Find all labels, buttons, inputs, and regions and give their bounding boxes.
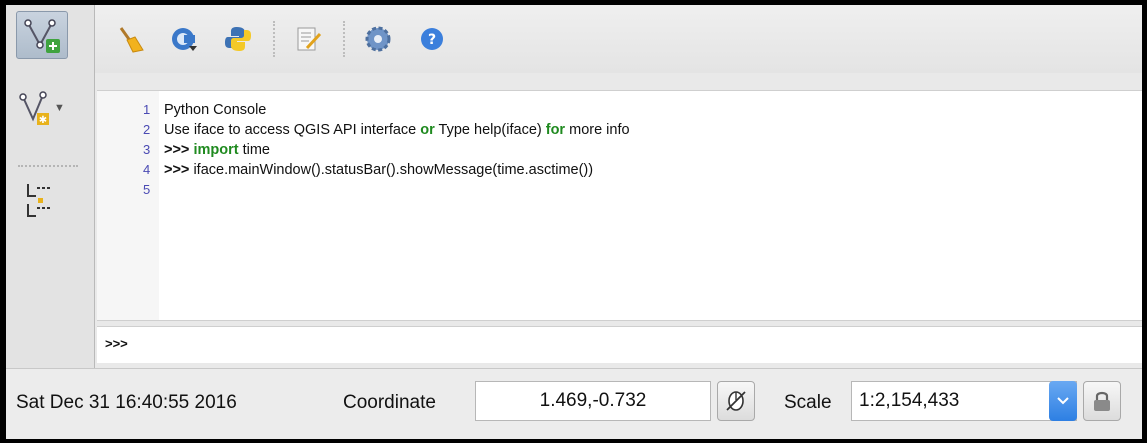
toggle-extents-button[interactable] (717, 381, 755, 421)
coordinate-label: Coordinate (343, 392, 436, 413)
node-tool-button[interactable] (16, 177, 66, 223)
lock-icon (1094, 391, 1110, 411)
settings-icon (365, 26, 391, 52)
console-line-text: >>> import time (164, 141, 270, 159)
text-token: iface.mainWindow().statusBar().showMessa… (193, 162, 594, 178)
coordinate-field[interactable]: 1.469,-0.732 (475, 381, 711, 421)
console-line-text: Python Console (164, 101, 266, 119)
line-number: 5 (143, 182, 151, 197)
lock-scale-button[interactable] (1083, 381, 1121, 421)
line-number: 4 (143, 162, 151, 177)
scale-dropdown-button[interactable] (1049, 381, 1077, 421)
text-token: time (238, 142, 270, 158)
add-feature-icon (24, 19, 60, 53)
edit-script-button[interactable] (289, 20, 327, 58)
text-token: Use iface to access QGIS API interface (164, 122, 421, 138)
svg-text:?: ? (428, 32, 436, 48)
line-number: 3 (143, 142, 151, 157)
toolbar-separator (18, 165, 78, 167)
help-icon: ? (421, 28, 443, 50)
line-number: 2 (143, 122, 151, 137)
edit-script-icon (297, 27, 322, 51)
console-input[interactable]: >>> (97, 326, 1142, 363)
text-token: Python Console (164, 102, 267, 118)
scale-combobox[interactable]: 1:2,154,433 (851, 381, 1077, 421)
vertex-tool-button[interactable]: ✱ ▼ (16, 85, 66, 131)
console-output[interactable]: 1 Python Console 2 Use iface to access QGIS… (97, 90, 1142, 321)
clear-console-button[interactable] (111, 20, 149, 58)
console-line-text: >>> iface.mainWindow().statusBar().showM… (164, 161, 593, 179)
qgis-window: ✱ ▼ ? 1 Python Console 2 Use iface to ac… (0, 0, 1147, 443)
console-line-text: Use iface to access QGIS API interface o… (164, 121, 630, 139)
prompt-token: >>> (164, 142, 194, 158)
mouse-pointer-icon (726, 391, 746, 411)
node-tool-icon (27, 184, 52, 217)
line-number: 1 (143, 102, 151, 117)
status-bar: Sat Dec 31 16:40:55 2016 Coordinate 1.46… (6, 368, 1142, 439)
python-editor-button[interactable] (219, 20, 257, 58)
run-command-button[interactable] (165, 20, 203, 58)
console-prompt: >>> (105, 336, 128, 351)
keyword-token: for (545, 122, 566, 138)
python-editor-icon (225, 27, 251, 51)
clear-console-icon (119, 27, 144, 53)
scale-value: 1:2,154,433 (859, 390, 960, 411)
toolbar-separator (343, 21, 345, 57)
add-feature-button[interactable] (16, 11, 68, 59)
prompt-token: >>> (164, 162, 194, 178)
keyword-token: import (193, 142, 239, 158)
scale-label: Scale (784, 392, 832, 413)
svg-text:✱: ✱ (39, 115, 47, 126)
chevron-down-icon (1057, 397, 1069, 405)
help-button[interactable]: ? (413, 20, 451, 58)
keyword-token: or (420, 122, 435, 138)
chevron-down-icon[interactable]: ▼ (54, 102, 65, 114)
status-message: Sat Dec 31 16:40:55 2016 (16, 392, 237, 413)
python-console-panel: ? 1 Python Console 2 Use iface to access QG… (95, 5, 1142, 368)
vertex-tool-icon: ✱ (19, 91, 50, 126)
toolbar-separator (273, 21, 275, 57)
settings-button[interactable] (359, 20, 397, 58)
text-token: Type help(iface) (434, 122, 546, 138)
text-token: more info (565, 122, 630, 138)
run-command-icon (172, 28, 197, 51)
console-toolbar: ? (95, 5, 1142, 73)
digitizing-toolbar: ✱ ▼ (6, 5, 95, 368)
